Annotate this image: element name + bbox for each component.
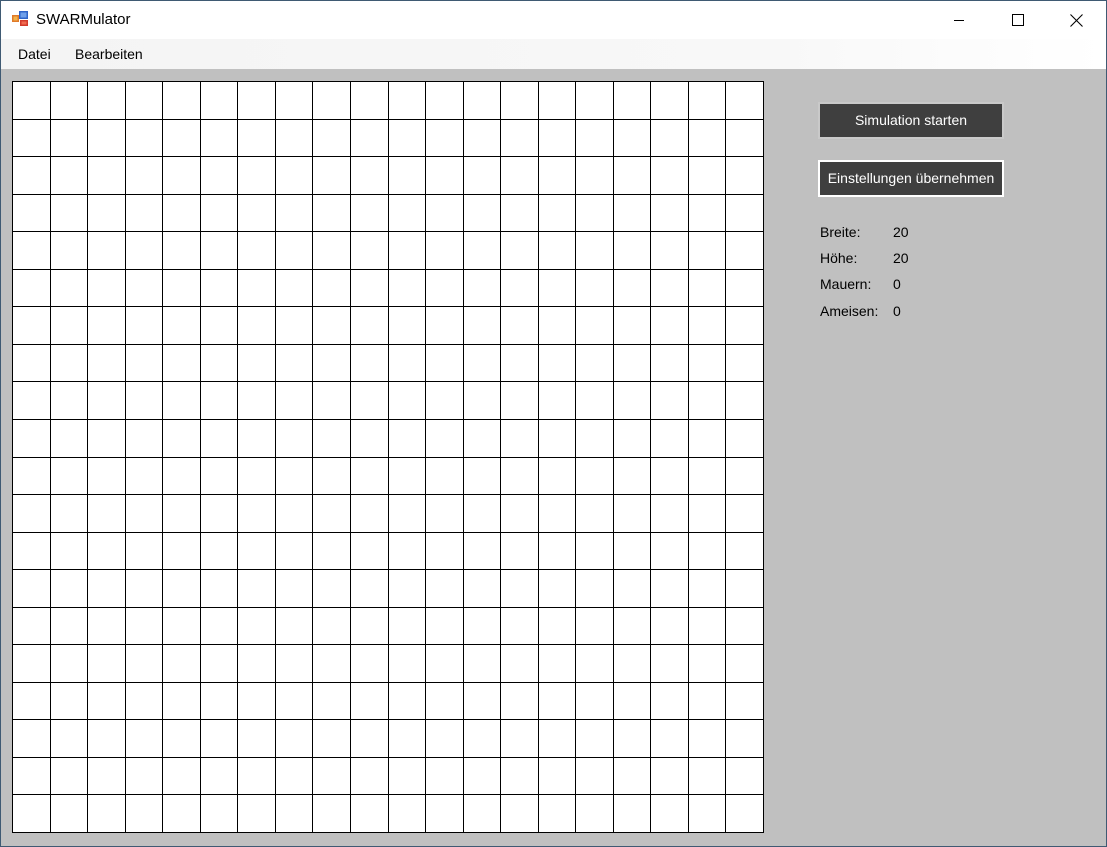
menu-bearbeiten[interactable]: Bearbeiten bbox=[69, 39, 149, 69]
stat-label-hoehe: Höhe: bbox=[820, 250, 858, 266]
apply-settings-button[interactable]: Einstellungen übernehmen bbox=[818, 160, 1004, 197]
close-button[interactable] bbox=[1047, 1, 1105, 39]
stat-value-breite: 20 bbox=[893, 224, 909, 240]
stat-label-mauern: Mauern: bbox=[820, 276, 872, 292]
grid-lines bbox=[12, 81, 764, 833]
minimize-icon bbox=[953, 14, 965, 26]
start-simulation-button[interactable]: Simulation starten bbox=[818, 102, 1004, 139]
stat-label-ameisen: Ameisen: bbox=[820, 303, 879, 319]
app-window: SWARMulator Datei Bearbeiten Simulation … bbox=[0, 0, 1107, 847]
menu-datei[interactable]: Datei bbox=[12, 39, 57, 69]
stat-value-mauern: 0 bbox=[893, 276, 901, 292]
stat-label-breite: Breite: bbox=[820, 224, 861, 240]
app-logo-icon bbox=[12, 11, 29, 26]
simulation-grid[interactable] bbox=[12, 81, 764, 833]
stat-value-ameisen: 0 bbox=[893, 303, 901, 319]
maximize-button[interactable] bbox=[989, 1, 1047, 39]
maximize-icon bbox=[1012, 14, 1024, 26]
window-title: SWARMulator bbox=[36, 11, 131, 28]
title-bar[interactable]: SWARMulator bbox=[1, 1, 1106, 39]
close-icon bbox=[1069, 13, 1083, 27]
minimize-button[interactable] bbox=[930, 1, 988, 39]
stat-value-hoehe: 20 bbox=[893, 250, 909, 266]
menu-bar: Datei Bearbeiten bbox=[1, 39, 1106, 69]
